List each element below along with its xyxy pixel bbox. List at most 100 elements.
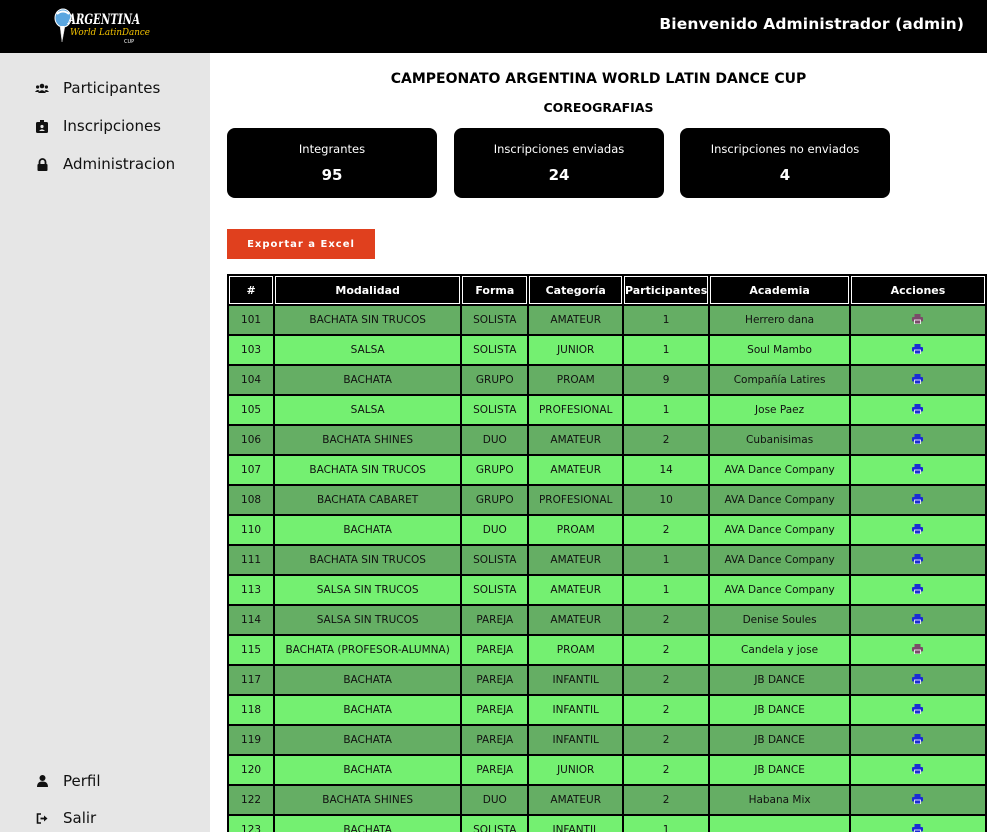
column-header-participantes[interactable]: Participantes bbox=[623, 276, 709, 304]
categoria-cell: PROAM bbox=[529, 366, 622, 394]
table-row: 101 BACHATA SIN TRUCOS SOLISTA AMATEUR 1 Herr… bbox=[229, 306, 985, 334]
print-icon[interactable] bbox=[912, 583, 924, 597]
print-icon[interactable] bbox=[912, 403, 924, 417]
acciones-cell bbox=[850, 696, 985, 724]
participantes-cell: 2 bbox=[623, 756, 709, 784]
academia-cell bbox=[710, 816, 849, 832]
print-icon[interactable] bbox=[912, 493, 924, 507]
row-id-cell: 108 bbox=[229, 486, 274, 514]
participantes-cell: 14 bbox=[623, 456, 709, 484]
row-id-cell: 106 bbox=[229, 426, 274, 454]
print-icon[interactable] bbox=[912, 553, 924, 567]
print-icon[interactable] bbox=[912, 763, 924, 777]
categoria-cell: PROFESIONAL bbox=[529, 396, 622, 424]
academia-cell: AVA Dance Company bbox=[710, 546, 849, 574]
sidebar-item-participantes[interactable]: Participantes bbox=[35, 76, 160, 100]
categoria-cell: INFANTIL bbox=[529, 666, 622, 694]
academia-cell: Habana Mix bbox=[710, 786, 849, 814]
print-icon[interactable] bbox=[912, 703, 924, 717]
categoria-cell: AMATEUR bbox=[529, 306, 622, 334]
participantes-cell: 1 bbox=[623, 336, 709, 364]
table-row: 117 BACHATA PAREJA INFANTIL 2 JB DANCE bbox=[229, 666, 985, 694]
export-excel-button[interactable]: Exportar a Excel bbox=[227, 229, 375, 259]
forma-cell: SOLISTA bbox=[462, 816, 528, 832]
modalidad-cell: BACHATA SIN TRUCOS bbox=[275, 306, 461, 334]
stat-card-inscripciones-no-enviados: Inscripciones no enviados 4 bbox=[680, 128, 890, 198]
table-container[interactable]: # Modalidad Forma Categoría Participante… bbox=[227, 274, 987, 832]
table-row: 119 BACHATA PAREJA INFANTIL 2 JB DANCE bbox=[229, 726, 985, 754]
academia-cell: Soul Mambo bbox=[710, 336, 849, 364]
print-icon[interactable] bbox=[912, 463, 924, 477]
forma-cell: PAREJA bbox=[462, 726, 528, 754]
users-icon bbox=[35, 81, 49, 95]
categoria-cell: AMATEUR bbox=[529, 426, 622, 454]
print-icon[interactable] bbox=[912, 643, 924, 657]
modalidad-cell: BACHATA bbox=[275, 816, 461, 832]
column-header-forma[interactable]: Forma bbox=[462, 276, 528, 304]
logo-text-line1: ARGENTINA bbox=[67, 12, 141, 28]
column-header-categoria[interactable]: Categoría bbox=[529, 276, 622, 304]
row-id-cell: 120 bbox=[229, 756, 274, 784]
lock-icon bbox=[35, 157, 49, 171]
academia-cell: JB DANCE bbox=[710, 756, 849, 784]
participantes-cell: 2 bbox=[623, 726, 709, 754]
print-icon[interactable] bbox=[912, 613, 924, 627]
forma-cell: SOLISTA bbox=[462, 336, 528, 364]
forma-cell: SOLISTA bbox=[462, 396, 528, 424]
acciones-cell bbox=[850, 546, 985, 574]
print-icon[interactable] bbox=[912, 673, 924, 687]
sidebar-item-perfil[interactable]: Perfil bbox=[35, 769, 101, 793]
sidebar-item-label: Perfil bbox=[63, 772, 101, 790]
print-icon[interactable] bbox=[912, 343, 924, 357]
participantes-cell: 2 bbox=[623, 606, 709, 634]
stat-card-value: 4 bbox=[779, 166, 791, 184]
sidebar-item-label: Inscripciones bbox=[63, 117, 161, 135]
modalidad-cell: BACHATA bbox=[275, 366, 461, 394]
sidebar-item-salir[interactable]: Salir bbox=[35, 806, 96, 830]
acciones-cell bbox=[850, 516, 985, 544]
row-id-cell: 118 bbox=[229, 696, 274, 724]
acciones-cell bbox=[850, 426, 985, 454]
row-id-cell: 123 bbox=[229, 816, 274, 832]
academia-cell: Denise Soules bbox=[710, 606, 849, 634]
sidebar-item-administracion[interactable]: Administracion bbox=[35, 152, 175, 176]
categoria-cell: AMATEUR bbox=[529, 606, 622, 634]
logo[interactable]: ARGENTINA World LatinDance CUP bbox=[52, 4, 152, 46]
categoria-cell: AMATEUR bbox=[529, 456, 622, 484]
column-header-id[interactable]: # bbox=[229, 276, 274, 304]
forma-cell: SOLISTA bbox=[462, 546, 528, 574]
column-header-academia[interactable]: Academia bbox=[710, 276, 849, 304]
participantes-cell: 1 bbox=[623, 816, 709, 832]
forma-cell: PAREJA bbox=[462, 696, 528, 724]
row-id-cell: 115 bbox=[229, 636, 274, 664]
modalidad-cell: BACHATA bbox=[275, 726, 461, 754]
table-row: 120 BACHATA PAREJA JUNIOR 2 JB DANCE bbox=[229, 756, 985, 784]
forma-cell: SOLISTA bbox=[462, 306, 528, 334]
sidebar-item-label: Salir bbox=[63, 809, 97, 827]
table-row: 107 BACHATA SIN TRUCOS GRUPO AMATEUR 14 AVA D… bbox=[229, 456, 985, 484]
table-row: 103 SALSA SOLISTA JUNIOR 1 Soul Mambo bbox=[229, 336, 985, 364]
categoria-cell: PROAM bbox=[529, 516, 622, 544]
page-title: CAMPEONATO ARGENTINA WORLD LATIN DANCE C… bbox=[390, 71, 807, 87]
academia-cell: JB DANCE bbox=[710, 726, 849, 754]
acciones-cell bbox=[850, 396, 985, 424]
row-id-cell: 103 bbox=[229, 336, 274, 364]
print-icon[interactable] bbox=[912, 823, 924, 832]
print-icon[interactable] bbox=[912, 793, 924, 807]
sidebar-item-inscripciones[interactable]: Inscripciones bbox=[35, 114, 161, 138]
row-id-cell: 110 bbox=[229, 516, 274, 544]
print-icon[interactable] bbox=[912, 523, 924, 537]
print-icon[interactable] bbox=[912, 313, 924, 327]
print-icon[interactable] bbox=[912, 733, 924, 747]
logo-text-line3: CUP bbox=[124, 39, 134, 45]
column-header-acciones[interactable]: Acciones bbox=[850, 276, 985, 304]
row-id-cell: 117 bbox=[229, 666, 274, 694]
column-header-modalidad[interactable]: Modalidad bbox=[275, 276, 461, 304]
print-icon[interactable] bbox=[912, 373, 924, 387]
row-id-cell: 107 bbox=[229, 456, 274, 484]
acciones-cell bbox=[850, 726, 985, 754]
acciones-cell bbox=[850, 816, 985, 832]
modalidad-cell: BACHATA SIN TRUCOS bbox=[275, 456, 461, 484]
print-icon[interactable] bbox=[912, 433, 924, 447]
acciones-cell bbox=[850, 366, 985, 394]
